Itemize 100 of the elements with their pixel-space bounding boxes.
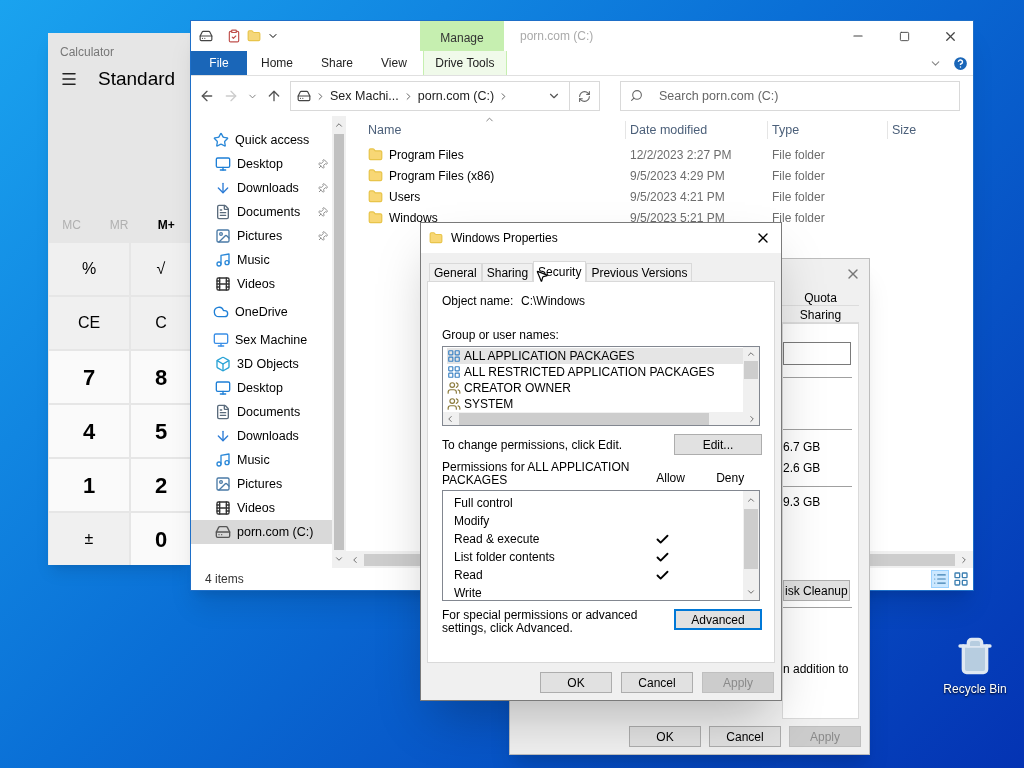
edit-button[interactable]: Edit... — [674, 434, 762, 455]
user-item[interactable]: ALL RESTRICTED APPLICATION PACKAGES — [447, 364, 743, 380]
nav-item[interactable]: Videos — [191, 272, 332, 296]
help-icon[interactable] — [952, 54, 969, 72]
calculator-key[interactable]: 1 — [49, 459, 129, 511]
nav-item[interactable]: Pictures — [191, 472, 332, 496]
context-tab-label: Manage — [420, 21, 504, 51]
dialog-tab[interactable]: General — [429, 263, 482, 281]
nav-item[interactable]: Downloads — [191, 176, 332, 200]
ribbon-tab[interactable]: File — [191, 51, 247, 75]
scroll-thumb[interactable] — [459, 412, 709, 425]
dialog-tab[interactable]: Security — [533, 261, 587, 282]
desktop-icon-label[interactable]: Recycle Bin — [943, 680, 1007, 698]
dialog-button[interactable]: OK — [540, 672, 612, 693]
scroll-thumb[interactable] — [744, 361, 758, 379]
nav-item[interactable]: Desktop — [191, 152, 332, 176]
nav-item[interactable]: 3D Objects — [191, 352, 332, 376]
date-modified: 9/5/2023 4:21 PM — [629, 188, 726, 206]
folder-icon — [368, 168, 383, 183]
calculator-key[interactable]: 5 — [131, 405, 190, 457]
forward-icon[interactable] — [223, 88, 239, 104]
calculator-key[interactable]: 2 — [131, 459, 190, 511]
column-header[interactable]: Size — [887, 120, 963, 140]
calculator-key[interactable]: 7 — [49, 351, 129, 403]
calculator-key[interactable]: CE — [49, 297, 129, 349]
dialog-button[interactable]: Cancel — [621, 672, 693, 693]
advanced-button[interactable]: Advanced — [674, 609, 762, 630]
ribbon-tab[interactable]: Home — [247, 51, 307, 75]
scroll-right-icon[interactable] — [747, 413, 757, 424]
nav-item[interactable]: Downloads — [191, 424, 332, 448]
nav-item[interactable]: Documents — [191, 400, 332, 424]
scroll-left-icon[interactable] — [350, 554, 360, 565]
calculator-key[interactable]: ± — [49, 513, 129, 565]
nav-item[interactable]: Documents — [191, 200, 332, 224]
properties-icon[interactable] — [227, 29, 241, 43]
ribbon-tab[interactable]: Drive Tools — [422, 51, 507, 75]
scroll-left-icon[interactable] — [445, 413, 455, 424]
nav-item[interactable]: Sex Machine — [191, 328, 332, 352]
file-row[interactable]: Windows 9/5/2023 5:21 PM File folder — [346, 207, 973, 228]
nav-item[interactable]: Pictures — [191, 224, 332, 248]
disk-cleanup-button[interactable]: isk Cleanup — [783, 580, 850, 601]
column-header[interactable]: Name — [368, 120, 625, 140]
user-item[interactable]: ALL APPLICATION PACKAGES — [447, 348, 743, 364]
dialog-tab[interactable]: Previous Versions — [586, 263, 693, 281]
maximize-icon[interactable] — [898, 30, 910, 42]
scroll-thumb[interactable] — [334, 134, 344, 550]
calculator-key[interactable]: 0 — [131, 513, 190, 565]
scroll-up-icon[interactable] — [746, 495, 756, 505]
file-row[interactable]: Users 9/5/2023 4:21 PM File folder — [346, 186, 973, 207]
scroll-down-icon[interactable] — [746, 587, 756, 597]
nav-item[interactable]: OneDrive — [191, 300, 332, 324]
film-icon — [215, 276, 231, 292]
refresh-icon[interactable] — [578, 89, 591, 103]
thumbnail-view-icon[interactable] — [953, 571, 969, 587]
memory-button[interactable]: M+ — [142, 216, 190, 235]
back-icon[interactable] — [199, 88, 215, 104]
field-value: C:\Windows — [521, 293, 585, 310]
search-field[interactable]: Search porn.com (C:) — [620, 81, 960, 111]
calculator-key[interactable]: C — [131, 297, 190, 349]
column-header[interactable]: Date modified — [625, 120, 767, 140]
calculator-key[interactable]: 8 — [131, 351, 190, 403]
breadcrumb-item[interactable]: Sex Machi... — [330, 86, 399, 106]
scroll-down-icon[interactable] — [334, 554, 344, 564]
file-name: Program Files (x86) — [389, 167, 495, 185]
nav-item[interactable]: porn.com (C:) — [191, 520, 332, 544]
address-bar[interactable]: Sex Machi... porn.com (C:) — [290, 81, 600, 111]
nav-item[interactable]: Quick access — [191, 128, 332, 152]
nav-item[interactable]: Videos — [191, 496, 332, 520]
star-icon — [213, 132, 229, 148]
ribbon-tab[interactable]: Share — [307, 51, 368, 75]
nav-item[interactable]: Music — [191, 248, 332, 272]
size-value: 6.7 GB — [783, 439, 822, 456]
column-label: Allow — [655, 470, 686, 487]
permission-name: Write — [454, 585, 483, 602]
scroll-thumb[interactable] — [744, 509, 758, 569]
size-value: 2.6 GB — [783, 460, 822, 477]
calculator-key[interactable]: 4 — [49, 405, 129, 457]
calculator-key[interactable]: √ — [131, 243, 190, 295]
music-note-icon — [215, 252, 231, 268]
user-item[interactable]: CREATOR OWNER — [447, 380, 743, 396]
column-header[interactable]: Type — [767, 120, 887, 140]
breadcrumb-item[interactable]: porn.com (C:) — [417, 86, 495, 106]
file-name: Users — [389, 188, 421, 206]
details-view-icon[interactable] — [931, 570, 949, 588]
file-row[interactable]: Program Files 12/2/2023 2:27 PM File folder — [346, 144, 973, 165]
monitor-icon — [215, 156, 231, 172]
calculator-key[interactable]: % — [49, 243, 129, 295]
up-icon[interactable] — [266, 88, 282, 104]
user-item[interactable]: SYSTEM — [447, 396, 743, 412]
dialog-button[interactable]: OK — [629, 726, 701, 747]
ribbon-tab[interactable]: View — [367, 51, 421, 75]
dialog-button[interactable]: Cancel — [709, 726, 781, 747]
scroll-up-icon[interactable] — [746, 349, 756, 359]
nav-item[interactable]: Desktop — [191, 376, 332, 400]
nav-item[interactable]: Music — [191, 448, 332, 472]
scroll-up-icon[interactable] — [334, 120, 344, 130]
file-row[interactable]: Program Files (x86) 9/5/2023 4:29 PM File folder — [346, 165, 973, 186]
dialog-tab[interactable]: Sharing — [481, 263, 534, 281]
scroll-right-icon[interactable] — [959, 554, 969, 565]
new-folder-icon[interactable] — [247, 29, 261, 43]
